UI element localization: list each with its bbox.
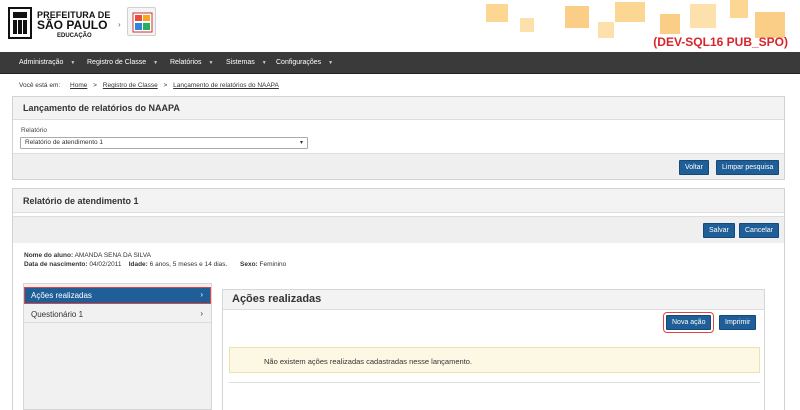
sex-value: Feminino (259, 261, 287, 268)
report-panel-toolbar: Salvar Cancelar (13, 216, 784, 243)
nav-item-sistemas[interactable]: Sistemas ▼ (226, 59, 267, 66)
nova-acao-button[interactable]: Nova ação (662, 312, 715, 333)
breadcrumb: Você está em: Home > Registro de Classe … (19, 82, 279, 89)
logo-line3: EDUCAÇÃO (57, 33, 92, 39)
cancelar-button[interactable]: Cancelar (739, 223, 780, 238)
filter-panel-title: Lançamento de relatórios do NAAPA (13, 97, 784, 120)
dropdown-arrow-icon: ▾ (299, 140, 303, 146)
decor-square (598, 22, 614, 38)
city-emblem-icon (8, 7, 32, 39)
app-header: PREFEITURA DE SÃO PAULO EDUCAÇÃO › (DEV-… (0, 0, 800, 52)
student-name-line: Nome do aluno: AMANDA SENA DA SILVA (24, 252, 151, 259)
student-name-value: AMANDA SENA DA SILVA (74, 252, 151, 259)
decor-square (730, 0, 748, 18)
app-switcher-icon[interactable] (127, 7, 156, 36)
student-name-label: Nome do aluno: (24, 252, 74, 259)
chevron-right-icon: › (200, 290, 203, 299)
sidemenu-item-label: Ações realizadas (31, 291, 92, 300)
filter-panel: Lançamento de relatórios do NAAPA Relató… (12, 96, 785, 180)
age-label: Idade: (128, 261, 148, 268)
nav-item-relatorios[interactable]: Relatórios ▼ (170, 59, 213, 66)
sidemenu-item-questionario-1[interactable]: Questionário 1 › (24, 306, 211, 323)
relatorio-select[interactable]: Relatório de atendimento 1 ▾ (20, 137, 308, 149)
imprimir-button[interactable]: Imprimir (719, 315, 757, 330)
nav-item-registro-de-classe[interactable]: Registro de Classe ▼ (87, 59, 158, 66)
caret-down-icon: ▼ (153, 60, 159, 66)
birth-date-label: Data de nascimento: (24, 261, 88, 268)
age-value: 6 anos, 5 meses e 14 dias. (149, 261, 228, 268)
environment-tag: (DEV-SQL16 PUB_SPO) (653, 35, 788, 49)
relatorio-label: Relatório (21, 127, 48, 134)
report-sidemenu: Ações realizadas › Questionário 1 › (23, 283, 212, 410)
breadcrumb-lancamento[interactable]: Lançamento de relatórios do NAAPA (173, 82, 279, 89)
voltar-button[interactable]: Voltar (679, 160, 709, 175)
acoes-content-panel: Ações realizadas Nova ação Imprimir Não … (222, 289, 765, 410)
content-title: Ações realizadas (223, 290, 764, 310)
student-details-line: Data de nascimento: 04/02/2011 Idade: 6 … (24, 261, 286, 268)
chevron-right-icon: › (118, 20, 121, 29)
sidemenu-item-label: Questionário 1 (31, 310, 84, 319)
decor-square (660, 14, 680, 34)
breadcrumb-registro-de-classe[interactable]: Registro de Classe (103, 82, 158, 89)
decor-square (486, 4, 508, 22)
salvar-button[interactable]: Salvar (703, 223, 735, 238)
breadcrumb-prefix: Você está em: (19, 82, 61, 89)
nav-item-administracao[interactable]: Administração ▼ (19, 59, 75, 66)
decor-square (565, 6, 589, 28)
nav-item-configuracoes[interactable]: Configurações ▼ (276, 59, 333, 66)
divider (229, 382, 760, 383)
relatorio-selected-value: Relatório de atendimento 1 (25, 139, 104, 146)
limpar-pesquisa-button[interactable]: Limpar pesquisa (716, 160, 780, 175)
caret-down-icon: ▼ (261, 60, 267, 66)
birth-date-value: 04/02/2011 (89, 261, 122, 268)
sex-label: Sexo: (240, 261, 258, 268)
empty-actions-alert: Não existem ações realizadas cadastradas… (229, 347, 760, 373)
caret-down-icon: ▼ (328, 60, 334, 66)
decor-square (615, 2, 645, 22)
prefeitura-logo[interactable]: PREFEITURA DE SÃO PAULO EDUCAÇÃO (7, 6, 110, 40)
decor-square (690, 4, 716, 28)
main-navbar: Administração ▼ Registro de Classe ▼ Relat… (0, 52, 800, 74)
decor-square (520, 18, 534, 32)
sidemenu-item-acoes-realizadas[interactable]: Ações realizadas › (24, 287, 211, 304)
report-panel-title: Relatório de atendimento 1 (13, 189, 784, 213)
filter-panel-footer: Voltar Limpar pesquisa (13, 153, 784, 179)
chevron-right-icon: › (200, 309, 203, 318)
logo-line2: SÃO PAULO (37, 18, 108, 32)
caret-down-icon: ▼ (70, 60, 76, 66)
breadcrumb-home[interactable]: Home (70, 82, 87, 89)
app-grid-icon (132, 12, 153, 33)
caret-down-icon: ▼ (208, 60, 214, 66)
